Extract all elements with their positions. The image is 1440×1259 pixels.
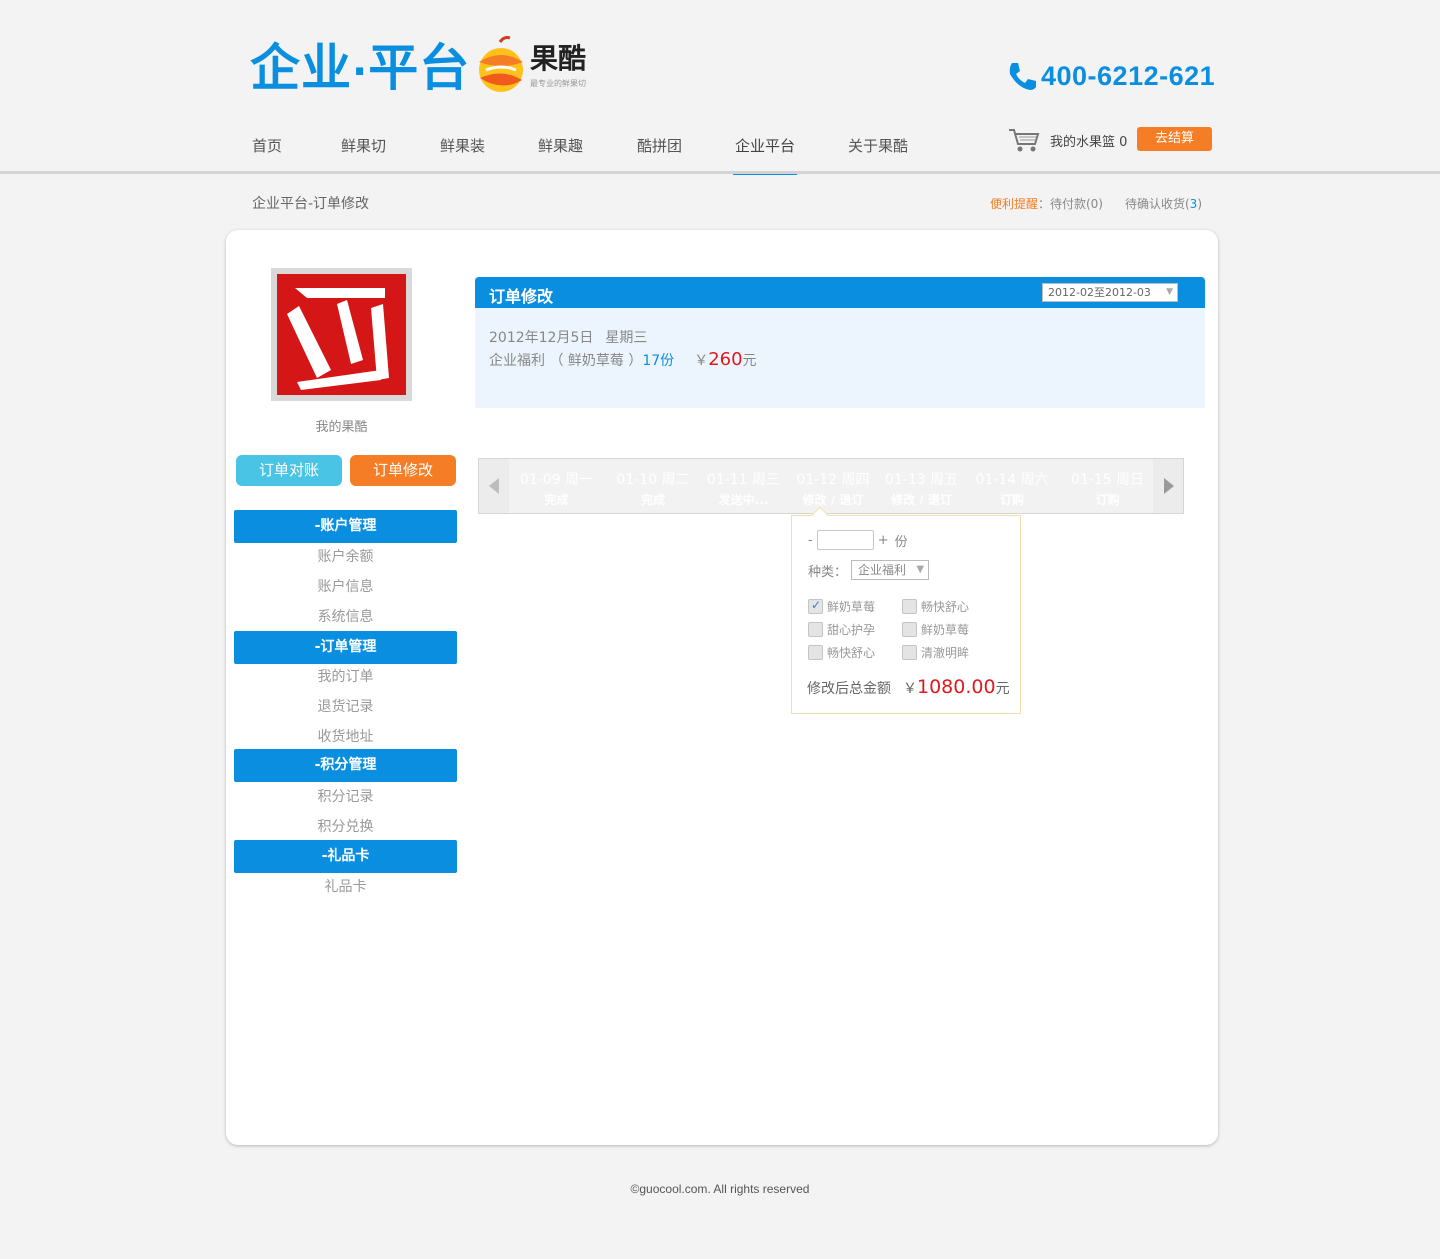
link-my-orders[interactable]: 我的订单 <box>234 662 457 692</box>
kind-row: 种类： 企业福利 ▼ <box>808 560 930 580</box>
quantity-unit: 份 <box>894 534 908 550</box>
section-account[interactable]: -账户管理 <box>234 510 457 543</box>
minus-button[interactable]: - <box>808 533 813 548</box>
plus-button[interactable]: + <box>878 533 889 548</box>
day-0109[interactable]: 01-09 周一 完成 <box>509 459 604 513</box>
date-strip: 01-09 周一 完成 01-10 周二 完成 01-11 周三 发送中... 01-… <box>478 458 1184 514</box>
order-price: 260 <box>708 349 743 370</box>
checkbox[interactable] <box>902 599 917 614</box>
checkbox[interactable] <box>902 622 917 637</box>
total-amount: 1080.00 <box>917 676 996 698</box>
order-detail: 企业福利 （ 鲜奶草莓 ）17份 ￥260元 <box>489 349 757 370</box>
chevron-right-icon <box>1164 478 1174 494</box>
modify-popover: - + 份 种类： 企业福利 ▼ 鲜奶草莓 畅快舒心 甜心护孕 鲜奶草莓 畅快舒… <box>791 506 1021 714</box>
link-account-balance[interactable]: 账户余额 <box>234 542 457 572</box>
brand-sub: 平台 <box>368 39 471 97</box>
cart-icon <box>1009 129 1040 152</box>
checkout-button[interactable]: 去结算 <box>1137 127 1212 151</box>
link-points-history[interactable]: 积分记录 <box>234 782 457 812</box>
order-qty: 17份 <box>642 353 675 369</box>
guocool-logo[interactable]: 果酷 最专业的鲜果切 <box>474 32 604 96</box>
quantity-input[interactable] <box>816 530 874 550</box>
link-points-redeem[interactable]: 积分兑换 <box>234 812 457 842</box>
day-0114[interactable]: 01-14 周六 订购 <box>968 459 1056 513</box>
logo-slogan: 最专业的鲜果切 <box>530 79 586 88</box>
cart[interactable]: 我的水果篮 0 <box>1008 125 1127 155</box>
prev-button[interactable] <box>479 459 509 513</box>
order-date: 2012年12月5日 星期三 <box>489 330 648 346</box>
nav-item-group-buy[interactable]: 酷拼团 <box>635 125 684 175</box>
date-range-select[interactable]: 2012-02至2012-03 ▼ <box>1042 283 1178 302</box>
checkbox[interactable] <box>808 622 823 637</box>
reminder-bar: 便利提醒：待付款(0) 待确认收货(3) <box>990 195 1202 212</box>
link-gift-card[interactable]: 礼品卡 <box>234 872 457 902</box>
nav-item-fresh-fun[interactable]: 鲜果趣 <box>536 125 585 175</box>
option-checkbox[interactable]: 畅快舒心 <box>808 644 875 661</box>
main-panel: 我的果酷 订单对账 订单修改 -账户管理 账户余额 账户信息 系统信息 -订单管… <box>226 230 1218 1145</box>
nav-divider <box>0 171 1440 174</box>
day-0111[interactable]: 01-11 周三 发送中... <box>702 459 785 513</box>
order-weekday: 星期三 <box>605 330 648 346</box>
option-checkbox[interactable]: 甜心护孕 <box>808 621 875 638</box>
link-returns[interactable]: 退货记录 <box>234 692 457 722</box>
link-account-info[interactable]: 账户信息 <box>234 572 457 602</box>
order-header: 订单修改 2012-02至2012-03 ▼ <box>475 277 1205 308</box>
kind-label: 种类： <box>808 564 848 580</box>
order-item: 企业福利 （ 鲜奶草莓 ） <box>489 353 643 369</box>
footer-copyright: ©guocool.com. All rights reserved <box>630 1182 810 1196</box>
reminder-label: 便利提醒 <box>989 197 1038 211</box>
order-modify-button[interactable]: 订单修改 <box>350 455 456 486</box>
option-checkbox[interactable]: 畅快舒心 <box>902 598 969 615</box>
kind-value: 企业福利 <box>858 563 907 577</box>
day-0115[interactable]: 01-15 周日 订购 <box>1062 459 1153 513</box>
checkbox-checked[interactable] <box>808 598 823 614</box>
nav-item-enterprise[interactable]: 企业平台 <box>733 125 798 175</box>
company-logo-icon <box>277 274 406 395</box>
hotline: 400-6212-621 <box>1005 58 1215 94</box>
nav-item-about[interactable]: 关于果酷 <box>846 125 910 175</box>
brand-dot: · <box>352 49 369 95</box>
link-addresses[interactable]: 收货地址 <box>234 722 457 752</box>
modified-total: 修改后总金额 ￥1080.00元 <box>807 676 1010 698</box>
day-0110[interactable]: 01-10 周二 完成 <box>610 459 696 513</box>
orange-peel-icon <box>479 36 523 92</box>
chevron-left-icon <box>489 478 499 494</box>
link-system-info[interactable]: 系统信息 <box>234 602 457 632</box>
pending-payment-link[interactable]: ：待付款(0) <box>1038 197 1103 211</box>
date-range-value: 2012-02至2012-03 <box>1048 286 1151 299</box>
checkbox[interactable] <box>808 645 823 660</box>
order-reconcile-button[interactable]: 订单对账 <box>236 455 342 486</box>
breadcrumb: 企业平台-订单修改 <box>252 196 370 212</box>
checkbox[interactable] <box>902 645 917 660</box>
brand-main: 企业 <box>250 39 352 97</box>
quantity-stepper: - + 份 <box>808 530 908 550</box>
option-checkbox[interactable]: 鲜奶草莓 <box>902 621 969 638</box>
order-summary: 订单修改 2012-02至2012-03 ▼ 2012年12月5日 星期三 企业福… <box>475 277 1205 408</box>
day-0113[interactable]: 01-13 周五 修改 / 退订 <box>881 459 962 513</box>
section-orders[interactable]: -订单管理 <box>234 631 457 664</box>
logo-name: 果酷 <box>530 42 587 75</box>
section-points[interactable]: -积分管理 <box>234 749 457 782</box>
option-checkbox[interactable]: 鲜奶草莓 <box>808 598 875 615</box>
pending-receipt-link[interactable]: 待确认收货(3) <box>1125 197 1202 211</box>
kind-select[interactable]: 企业福利 ▼ <box>851 560 930 580</box>
section-gift-card[interactable]: -礼品卡 <box>234 840 457 873</box>
dropdown-arrow-icon: ▼ <box>916 564 925 575</box>
nav-item-fresh-cut[interactable]: 鲜果切 <box>339 125 388 175</box>
brand-title: 企业·平台 <box>250 38 470 102</box>
nav-item-fresh-pack[interactable]: 鲜果装 <box>438 125 487 175</box>
my-account-label[interactable]: 我的果酷 <box>271 416 412 435</box>
order-title: 订单修改 <box>489 287 554 306</box>
next-button[interactable] <box>1153 459 1183 513</box>
phone-number: 400-6212-621 <box>1041 60 1216 91</box>
phone-icon <box>1009 63 1036 90</box>
dropdown-arrow-icon: ▼ <box>1166 287 1173 297</box>
avatar[interactable] <box>271 268 412 401</box>
total-label: 修改后总金额 <box>807 681 891 697</box>
cart-label: 我的水果篮 0 <box>1050 134 1128 150</box>
day-0112[interactable]: 01-12 周四 修改 / 退订 <box>791 459 875 513</box>
option-checkbox[interactable]: 清澈明眸 <box>902 644 969 661</box>
nav-item-home[interactable]: 首页 <box>250 125 284 175</box>
